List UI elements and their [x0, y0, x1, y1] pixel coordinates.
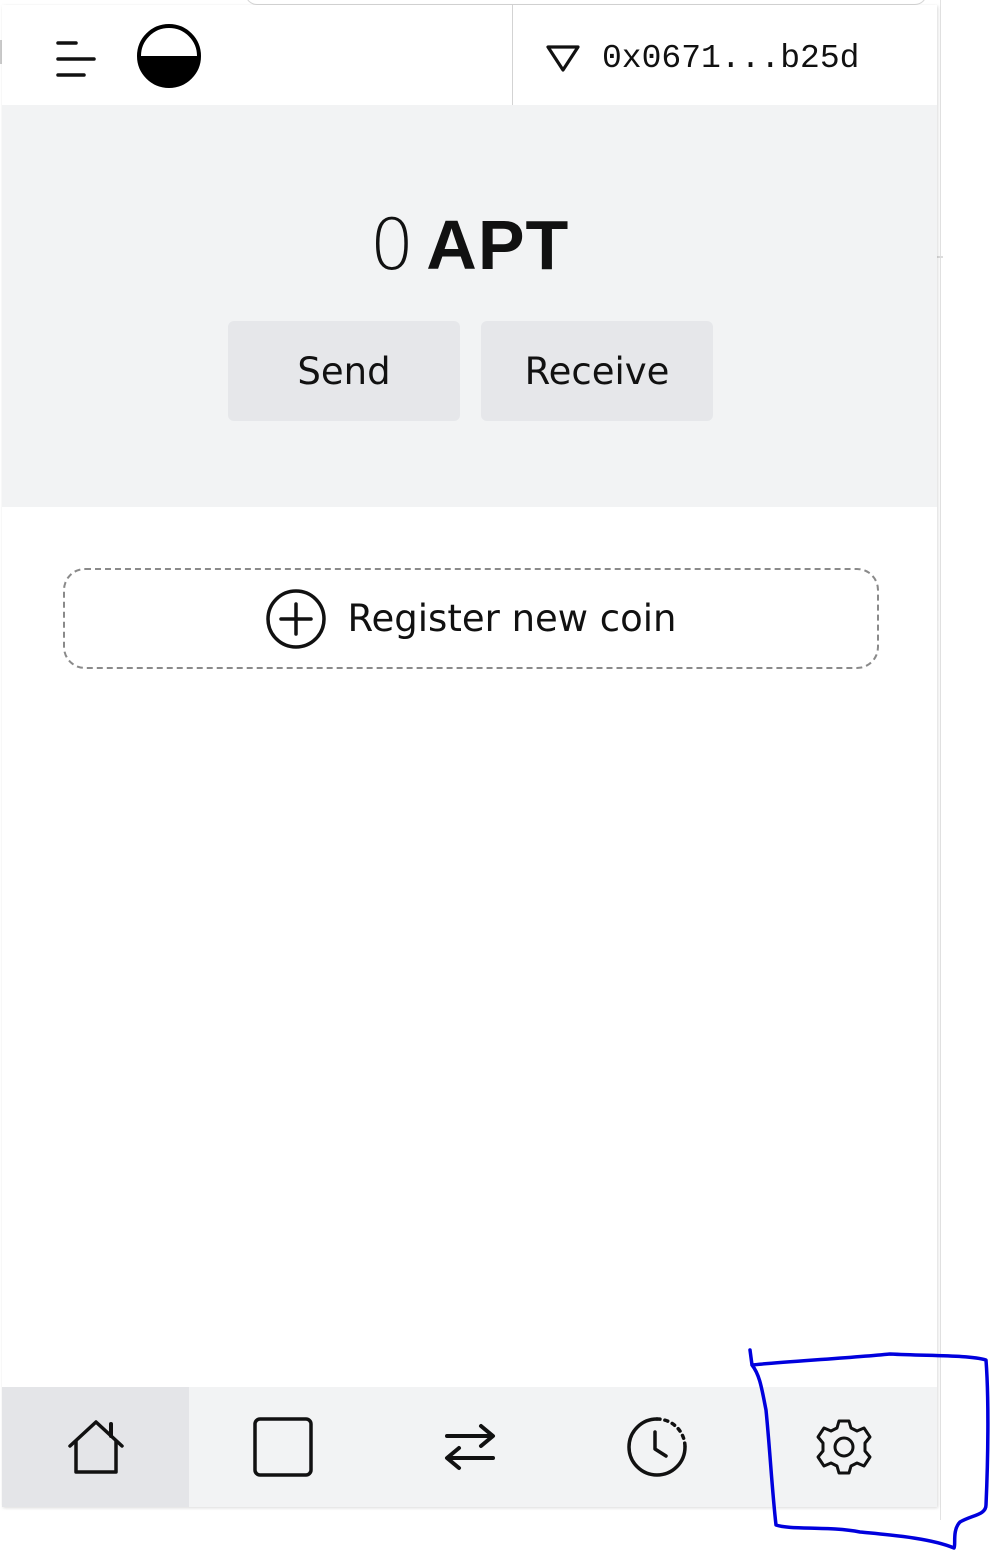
half-circle-logo [137, 24, 201, 88]
bottom-nav [2, 1387, 937, 1507]
home-icon [67, 1420, 124, 1474]
square-icon [252, 1417, 313, 1477]
wallet-header: 0x0671...b25d [2, 5, 937, 105]
nav-transfer[interactable] [376, 1387, 563, 1507]
balance-display: 0 APT [2, 200, 937, 290]
register-coin-label: Register new coin [347, 597, 677, 640]
balance-symbol: APT [426, 206, 570, 284]
browser-chrome-divider [940, 0, 941, 1520]
receive-button[interactable]: Receive [481, 321, 713, 421]
clock-icon [626, 1417, 687, 1477]
balance-panel: 0 APT Send Receive [2, 105, 937, 507]
nav-collectibles[interactable] [189, 1387, 376, 1507]
triangle-down-icon[interactable] [545, 43, 581, 73]
nav-home[interactable] [2, 1387, 189, 1507]
plus-circle-icon [266, 588, 327, 649]
balance-amount: 0 [369, 204, 415, 286]
register-coin-button[interactable]: Register new coin [63, 568, 879, 669]
swap-arrows-icon [444, 1424, 495, 1470]
browser-chrome-mark [937, 256, 943, 258]
account-address[interactable]: 0x0671...b25d [602, 39, 859, 79]
menu-icon[interactable] [54, 39, 98, 79]
nav-settings[interactable] [750, 1387, 937, 1507]
gear-icon [816, 1419, 871, 1475]
send-button[interactable]: Send [228, 321, 460, 421]
header-divider [512, 5, 513, 105]
nav-activity[interactable] [563, 1387, 750, 1507]
wallet-popup: 0x0671...b25d 0 APT Send Receive Register… [2, 5, 937, 1507]
